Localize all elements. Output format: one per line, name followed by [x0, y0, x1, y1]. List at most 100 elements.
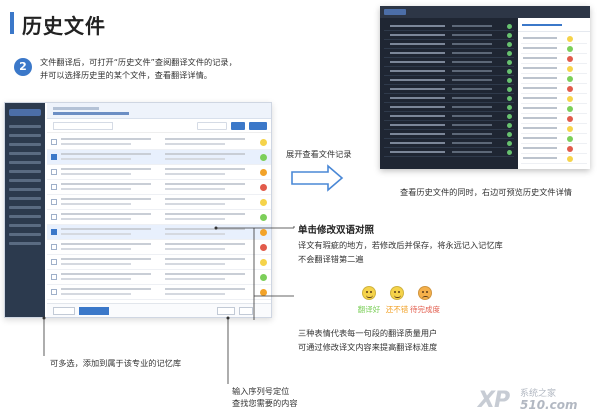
dark-list-item[interactable]: [384, 76, 514, 85]
item-text-placeholder: [452, 61, 492, 63]
preview-row[interactable]: [521, 114, 587, 124]
table-row[interactable]: [47, 210, 271, 225]
status-icon: [507, 150, 512, 155]
sidebar-item[interactable]: [9, 170, 41, 173]
dark-list-item[interactable]: [384, 112, 514, 121]
preview-row[interactable]: [521, 104, 587, 114]
row-text-placeholder: [61, 173, 131, 175]
dark-list-item[interactable]: [384, 85, 514, 94]
title-accent-bar: [10, 12, 14, 34]
row-checkbox[interactable]: [51, 169, 57, 175]
rating-icon: [260, 244, 267, 251]
row-checkbox[interactable]: [51, 199, 57, 205]
dark-list-item[interactable]: [384, 22, 514, 31]
dark-list-item[interactable]: [384, 121, 514, 130]
table-row[interactable]: [47, 165, 271, 180]
sidebar-item[interactable]: [9, 215, 41, 218]
jump-button[interactable]: [239, 307, 253, 315]
row-text-placeholder: [61, 153, 151, 155]
item-text-placeholder: [390, 124, 445, 126]
sidebar-item[interactable]: [9, 233, 41, 236]
table-row[interactable]: [47, 240, 271, 255]
step-line-2: 并可以选择历史里的某个文件，查看翻译详情。: [40, 70, 212, 80]
dark-list-item[interactable]: [384, 31, 514, 40]
dark-list-item[interactable]: [384, 148, 514, 157]
filter-select[interactable]: [197, 122, 227, 130]
add-to-memory-button[interactable]: [79, 307, 109, 315]
sidebar-item[interactable]: [9, 242, 41, 245]
dark-list-item[interactable]: [384, 139, 514, 148]
sidebar-item[interactable]: [9, 125, 41, 128]
dark-list-item[interactable]: [384, 67, 514, 76]
row-checkbox[interactable]: [51, 214, 57, 220]
select-all-button[interactable]: [53, 307, 75, 315]
preview-row[interactable]: [521, 84, 587, 94]
search-input[interactable]: [53, 122, 113, 130]
row-text-placeholder: [165, 138, 245, 140]
table-row[interactable]: [47, 285, 271, 300]
row-checkbox[interactable]: [51, 154, 57, 160]
table-row[interactable]: [47, 150, 271, 165]
sidebar-item[interactable]: [9, 152, 41, 155]
preview-row[interactable]: [521, 154, 587, 164]
preview-text-placeholder: [523, 37, 557, 39]
status-icon: [507, 87, 512, 92]
row-checkbox[interactable]: [51, 139, 57, 145]
sidebar-item[interactable]: [9, 224, 41, 227]
row-text-placeholder: [61, 248, 131, 250]
expand-arrow: [291, 164, 344, 192]
preview-row[interactable]: [521, 124, 587, 134]
preview-row[interactable]: [521, 34, 587, 44]
preview-row[interactable]: [521, 64, 587, 74]
search-button[interactable]: [231, 122, 245, 130]
row-checkbox[interactable]: [51, 244, 57, 250]
table-row[interactable]: [47, 135, 271, 150]
dark-list-item[interactable]: [384, 40, 514, 49]
preview-row[interactable]: [521, 74, 587, 84]
preview-text-placeholder: [523, 97, 557, 99]
item-text-placeholder: [390, 70, 445, 72]
dark-list-item[interactable]: [384, 49, 514, 58]
sidebar-item[interactable]: [9, 134, 41, 137]
multi-select-callout: 可多选，添加到属于该专业的记忆库: [50, 358, 182, 368]
file-title-placeholder: [53, 112, 129, 115]
dark-list-item[interactable]: [384, 94, 514, 103]
table-row[interactable]: [47, 195, 271, 210]
sidebar-item[interactable]: [9, 179, 41, 182]
row-checkbox[interactable]: [51, 259, 57, 265]
row-checkbox[interactable]: [51, 184, 57, 190]
row-text-placeholder: [165, 248, 225, 250]
table-row[interactable]: [47, 255, 271, 270]
row-checkbox[interactable]: [51, 289, 57, 295]
status-icon: [507, 69, 512, 74]
sidebar-item[interactable]: [9, 161, 41, 164]
dark-list-item[interactable]: [384, 130, 514, 139]
row-text-placeholder: [165, 183, 245, 185]
preview-row[interactable]: [521, 44, 587, 54]
row-checkbox[interactable]: [51, 229, 57, 235]
row-checkbox[interactable]: [51, 274, 57, 280]
table-row[interactable]: [47, 270, 271, 285]
table-row[interactable]: [47, 225, 271, 240]
preview-row[interactable]: [521, 144, 587, 154]
page-input[interactable]: [217, 307, 235, 315]
rating-icon: [567, 66, 573, 72]
dark-list-item[interactable]: [384, 58, 514, 67]
rating-line-2: 可通过修改译文内容来提高翻译标准度: [298, 342, 438, 352]
preview-row[interactable]: [521, 54, 587, 64]
locate-callout: 输入序列号定位 查找您需要的内容: [232, 385, 298, 409]
preview-row[interactable]: [521, 134, 587, 144]
sidebar-item[interactable]: [9, 143, 41, 146]
row-text-placeholder: [165, 278, 225, 280]
dark-list-item[interactable]: [384, 103, 514, 112]
table-row[interactable]: [47, 180, 271, 195]
item-text-placeholder: [452, 43, 492, 45]
row-text-placeholder: [61, 213, 151, 215]
item-text-placeholder: [452, 52, 492, 54]
action-button[interactable]: [249, 122, 267, 130]
sidebar-item[interactable]: [9, 188, 41, 191]
sidebar-item[interactable]: [9, 206, 41, 209]
sidebar-item[interactable]: [9, 197, 41, 200]
rating-icon: [567, 156, 573, 162]
preview-row[interactable]: [521, 94, 587, 104]
